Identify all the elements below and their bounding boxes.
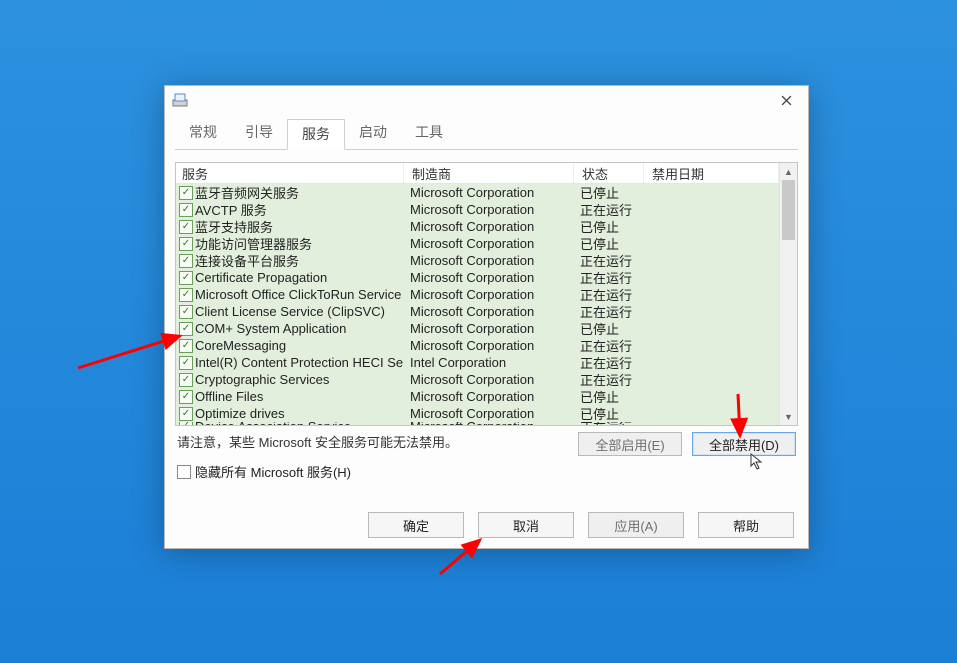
service-manufacturer: Microsoft Corporation xyxy=(404,219,574,234)
row-checkbox[interactable]: ✓ xyxy=(179,407,193,421)
row-checkbox[interactable]: ✓ xyxy=(179,203,193,217)
service-manufacturer: Microsoft Corporation xyxy=(404,185,574,200)
enable-all-button[interactable]: 全部启用(E) xyxy=(578,432,682,456)
row-checkbox[interactable]: ✓ xyxy=(179,422,193,425)
service-status: 已停止 xyxy=(574,404,644,423)
table-row[interactable]: ✓Microsoft Office ClickToRun ServiceMicr… xyxy=(176,286,779,303)
row-checkbox[interactable]: ✓ xyxy=(179,271,193,285)
service-name: Client License Service (ClipSVC) xyxy=(195,304,385,319)
table-row[interactable]: ✓Offline FilesMicrosoft Corporation已停止 xyxy=(176,388,779,405)
service-manufacturer: Microsoft Corporation xyxy=(404,287,574,302)
service-name: Microsoft Office ClickToRun Service xyxy=(195,287,401,302)
table-row[interactable]: ✓蓝牙音频网关服务Microsoft Corporation已停止 xyxy=(176,184,779,201)
service-manufacturer: Microsoft Corporation xyxy=(404,236,574,251)
table-row[interactable]: ✓功能访问管理器服务Microsoft Corporation已停止 xyxy=(176,235,779,252)
table-row[interactable]: ✓蓝牙支持服务Microsoft Corporation已停止 xyxy=(176,218,779,235)
row-checkbox[interactable]: ✓ xyxy=(179,186,193,200)
service-manufacturer: Microsoft Corporation xyxy=(404,253,574,268)
table-row[interactable]: ✓Intel(R) Content Protection HECI Se...I… xyxy=(176,354,779,371)
tab-boot[interactable]: 引导 xyxy=(231,118,287,149)
service-manufacturer: Microsoft Corporation xyxy=(404,406,574,421)
col-status[interactable]: 状态 xyxy=(574,163,644,183)
service-manufacturer: Microsoft Corporation xyxy=(404,389,574,404)
cancel-button[interactable]: 取消 xyxy=(478,512,574,538)
row-checkbox[interactable]: ✓ xyxy=(179,254,193,268)
table-row[interactable]: ✓Device Association Service Microsoft Cor… xyxy=(176,422,779,425)
row-checkbox[interactable]: ✓ xyxy=(179,322,193,336)
table-row[interactable]: ✓CoreMessagingMicrosoft Corporation正在运行 xyxy=(176,337,779,354)
app-icon xyxy=(171,91,189,109)
service-manufacturer: Microsoft Corporation xyxy=(404,270,574,285)
col-manufacturer[interactable]: 制造商 xyxy=(404,163,574,183)
service-name: CoreMessaging xyxy=(195,338,286,353)
scroll-thumb[interactable] xyxy=(782,180,795,240)
tab-general[interactable]: 常规 xyxy=(175,118,231,149)
note-text: 请注意，某些 Microsoft 安全服务可能无法禁用。 xyxy=(177,432,458,451)
row-checkbox[interactable]: ✓ xyxy=(179,305,193,319)
table-row[interactable]: ✓Cryptographic Services Microsoft Corpora… xyxy=(176,371,779,388)
service-manufacturer: Microsoft Corporation xyxy=(404,422,574,425)
tab-services[interactable]: 服务 xyxy=(287,119,345,150)
scroll-down-icon[interactable]: ▼ xyxy=(780,408,797,425)
tabbar: 常规 引导 服务 启动 工具 xyxy=(165,114,808,149)
ok-button[interactable]: 确定 xyxy=(368,512,464,538)
close-button[interactable] xyxy=(765,86,808,114)
tab-startup[interactable]: 启动 xyxy=(345,118,401,149)
service-manufacturer: Microsoft Corporation xyxy=(404,304,574,319)
table-row[interactable]: ✓COM+ System Application Microsoft Corpor… xyxy=(176,320,779,337)
table-row[interactable]: ✓Optimize drives Microsoft Corporation已停止 xyxy=(176,405,779,422)
hide-ms-checkbox[interactable] xyxy=(177,465,191,479)
help-button[interactable]: 帮助 xyxy=(698,512,794,538)
tab-content: 服务 制造商 状态 禁用日期 ✓蓝牙音频网关服务Microsoft Corpor… xyxy=(175,149,798,542)
hide-ms-label: 隐藏所有 Microsoft 服务(H) xyxy=(195,462,351,481)
service-status: 正在运行 xyxy=(574,422,644,425)
apply-button[interactable]: 应用(A) xyxy=(588,512,684,538)
tab-tools[interactable]: 工具 xyxy=(401,118,457,149)
services-list: 服务 制造商 状态 禁用日期 ✓蓝牙音频网关服务Microsoft Corpor… xyxy=(175,162,798,426)
row-checkbox[interactable]: ✓ xyxy=(179,339,193,353)
hide-ms-row: 隐藏所有 Microsoft 服务(H) xyxy=(177,462,796,481)
service-name: Intel(R) Content Protection HECI Se... xyxy=(195,355,404,370)
service-name: Certificate Propagation xyxy=(195,270,327,285)
service-name: COM+ System Application xyxy=(195,321,346,336)
scroll-up-icon[interactable]: ▲ xyxy=(780,163,797,180)
msconfig-window: 常规 引导 服务 启动 工具 服务 制造商 状态 禁用日期 ✓蓝牙音频网关服务M… xyxy=(164,85,809,549)
table-row[interactable]: ✓连接设备平台服务Microsoft Corporation正在运行 xyxy=(176,252,779,269)
row-checkbox[interactable]: ✓ xyxy=(179,373,193,387)
disable-all-button[interactable]: 全部禁用(D) xyxy=(692,432,796,456)
service-manufacturer: Microsoft Corporation xyxy=(404,202,574,217)
col-service[interactable]: 服务 xyxy=(176,163,404,183)
row-checkbox[interactable]: ✓ xyxy=(179,237,193,251)
service-name: 连接设备平台服务 xyxy=(195,251,299,270)
row-checkbox[interactable]: ✓ xyxy=(179,288,193,302)
service-name: Device Association Service xyxy=(195,422,351,425)
service-manufacturer: Microsoft Corporation xyxy=(404,321,574,336)
table-row[interactable]: ✓Client License Service (ClipSVC) Microso… xyxy=(176,303,779,320)
table-row[interactable]: ✓AVCTP 服务Microsoft Corporation正在运行 xyxy=(176,201,779,218)
service-name: Optimize drives xyxy=(195,406,285,421)
dialog-buttons: 确定 取消 应用(A) 帮助 xyxy=(165,512,808,538)
titlebar xyxy=(165,86,808,114)
row-checkbox[interactable]: ✓ xyxy=(179,356,193,370)
column-headers: 服务 制造商 状态 禁用日期 xyxy=(176,163,779,184)
service-manufacturer: Microsoft Corporation xyxy=(404,338,574,353)
service-name: Cryptographic Services xyxy=(195,372,329,387)
col-disable-date[interactable]: 禁用日期 xyxy=(644,163,779,183)
service-manufacturer: Microsoft Corporation xyxy=(404,372,574,387)
row-checkbox[interactable]: ✓ xyxy=(179,390,193,404)
service-manufacturer: Intel Corporation xyxy=(404,355,574,370)
note-row: 请注意，某些 Microsoft 安全服务可能无法禁用。 全部启用(E) 全部禁… xyxy=(177,432,796,456)
scrollbar[interactable]: ▲ ▼ xyxy=(779,163,797,425)
row-checkbox[interactable]: ✓ xyxy=(179,220,193,234)
table-row[interactable]: ✓Certificate Propagation Microsoft Corpor… xyxy=(176,269,779,286)
service-name: Offline Files xyxy=(195,389,263,404)
close-icon xyxy=(781,95,792,106)
